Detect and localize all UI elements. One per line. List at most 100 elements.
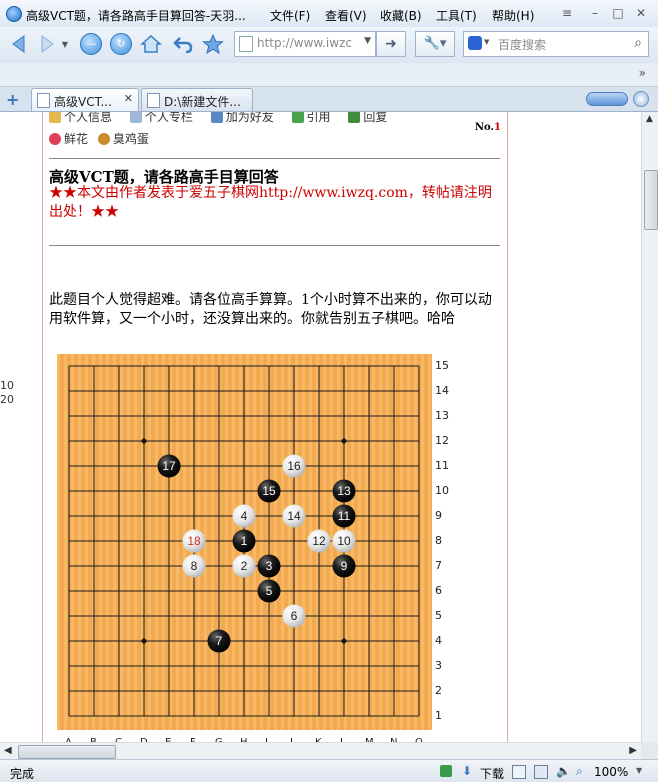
profile-link[interactable]: 个人信息 [49,112,112,124]
page-icon [37,93,50,108]
baidu-engine-icon[interactable] [468,36,482,50]
stone-number: 1 [241,534,248,548]
row-label: 13 [435,409,449,422]
favorites-button[interactable] [200,30,226,58]
home-button[interactable] [138,30,164,58]
black-stone: 13 [332,479,356,503]
maximize-icon[interactable]: □ [611,6,625,20]
tab-inactive[interactable]: D:\新建文件... [141,88,253,111]
row-label: 3 [435,659,442,672]
address-input[interactable]: http://www.iwzc [257,36,353,50]
tab-active[interactable]: 高级VCT... ✕ [31,88,139,111]
printer-icon[interactable] [534,765,548,779]
stop-button[interactable]: — [78,30,104,58]
flower-icon [49,133,61,145]
tools-button[interactable]: 🔧▾ [415,31,455,57]
scroll-up-icon[interactable]: ▲ [646,114,653,124]
chevron-down-icon: ▼ [61,39,69,49]
white-stone: 6 [282,604,306,628]
reply-link[interactable]: 回复 [348,112,387,124]
user-links-row: 个人信息 个人专栏 加为好友 引用 回复 [49,112,401,125]
menu-help[interactable]: 帮助(H) [492,7,534,24]
rotten-egg-link[interactable]: 臭鸡蛋 [97,132,149,146]
black-stone: 9 [332,554,356,578]
white-stone: 4 [232,504,256,528]
user-links-row: 鲜花 臭鸡蛋 [49,130,163,147]
white-stone: 2 [232,554,256,578]
chevron-down-icon[interactable]: ▼ [636,766,642,775]
star-point [341,438,347,444]
star-point [341,638,347,644]
vertical-scroll-thumb[interactable] [644,170,658,230]
tab-scroll-control[interactable] [586,92,628,106]
row-label: 9 [435,509,442,522]
menu-options-icon[interactable]: ≡ [560,6,574,20]
quote-icon [291,112,304,123]
stone-number: 14 [287,509,301,523]
search-icon[interactable]: ⌕ [634,35,642,51]
document-icon[interactable] [512,765,526,779]
horizontal-scroll-thumb[interactable] [18,745,116,759]
minimize-icon[interactable]: – [588,6,602,20]
stone-number: 6 [291,609,298,623]
vertical-scrollbar[interactable]: ▲ [641,112,658,742]
zoom-level[interactable]: 100% [594,765,628,779]
undo-arrow-icon [173,37,193,54]
white-stone: 18 [182,529,206,553]
forward-button[interactable] [34,30,60,58]
row-label: 7 [435,559,442,572]
star-point [141,638,147,644]
address-bar[interactable]: http://www.iwzc ▼ [234,31,376,57]
add-friend-link[interactable]: 加为好友 [210,112,274,124]
chevron-down-icon[interactable]: ▼ [364,36,371,46]
row-label: 14 [435,384,449,397]
back-button[interactable] [6,30,32,58]
history-dropdown[interactable]: ▼ [58,30,72,58]
page-icon [239,36,253,52]
quote-link[interactable]: 引用 [291,112,331,124]
black-stone: 3 [257,554,281,578]
stone-number: 7 [216,634,223,648]
scroll-left-icon[interactable]: ◀ [4,745,12,756]
connection-icon[interactable] [440,765,452,777]
download-label[interactable]: 下载 [480,765,504,782]
scroll-right-icon[interactable]: ▶ [629,745,637,756]
white-stone: 10 [332,529,356,553]
column-link[interactable]: 个人专栏 [129,112,193,124]
menu-view[interactable]: 查看(V) [325,7,367,24]
tab-list-chevron-icon[interactable] [633,91,649,107]
wrench-icon: 🔧▾ [423,36,447,51]
stone-number: 11 [338,509,351,523]
white-stone: 14 [282,504,306,528]
menu-tools[interactable]: 工具(T) [436,7,477,24]
stone-number: 18 [187,534,201,548]
download-arrow-icon[interactable]: ⬇ [462,765,474,777]
refresh-button[interactable]: ↻ [108,30,134,58]
new-tab-plus-icon[interactable]: + [6,90,19,109]
status-bar: 完成 ⬇ 下载 🔈 ⌕ 100% ▼ [0,759,658,782]
stone-number: 15 [262,484,276,498]
zoom-icon[interactable]: ⌕ [576,765,588,777]
stone-number: 12 [312,534,326,548]
tab-close-icon[interactable]: ✕ [124,92,133,105]
back-arrow-icon [12,35,25,53]
search-box[interactable]: ▼ 百度搜索 ⌕ [463,31,649,57]
row-label: 11 [435,459,449,472]
chevron-double-right-icon[interactable]: » [639,66,646,80]
stone-number: 2 [241,559,248,573]
undo-close-button[interactable] [170,30,196,58]
close-icon[interactable]: ✕ [634,6,648,20]
search-input[interactable]: 百度搜索 [498,36,546,53]
menu-favorites[interactable]: 收藏(B) [380,7,422,24]
star-icon [202,33,224,55]
go-button[interactable]: ➜ [376,31,406,57]
flower-link[interactable]: 鲜花 [49,132,88,146]
chevron-down-icon[interactable]: ▼ [484,38,489,46]
arrow-right-icon: ➜ [385,36,397,52]
row-label: 6 [435,584,442,597]
menu-file[interactable]: 文件(F) [270,7,310,24]
speaker-icon[interactable]: 🔈 [556,765,571,777]
horizontal-scrollbar[interactable]: ◀ ▶ [0,742,641,760]
left-number: 10 [0,379,14,392]
white-stone: 8 [182,554,206,578]
